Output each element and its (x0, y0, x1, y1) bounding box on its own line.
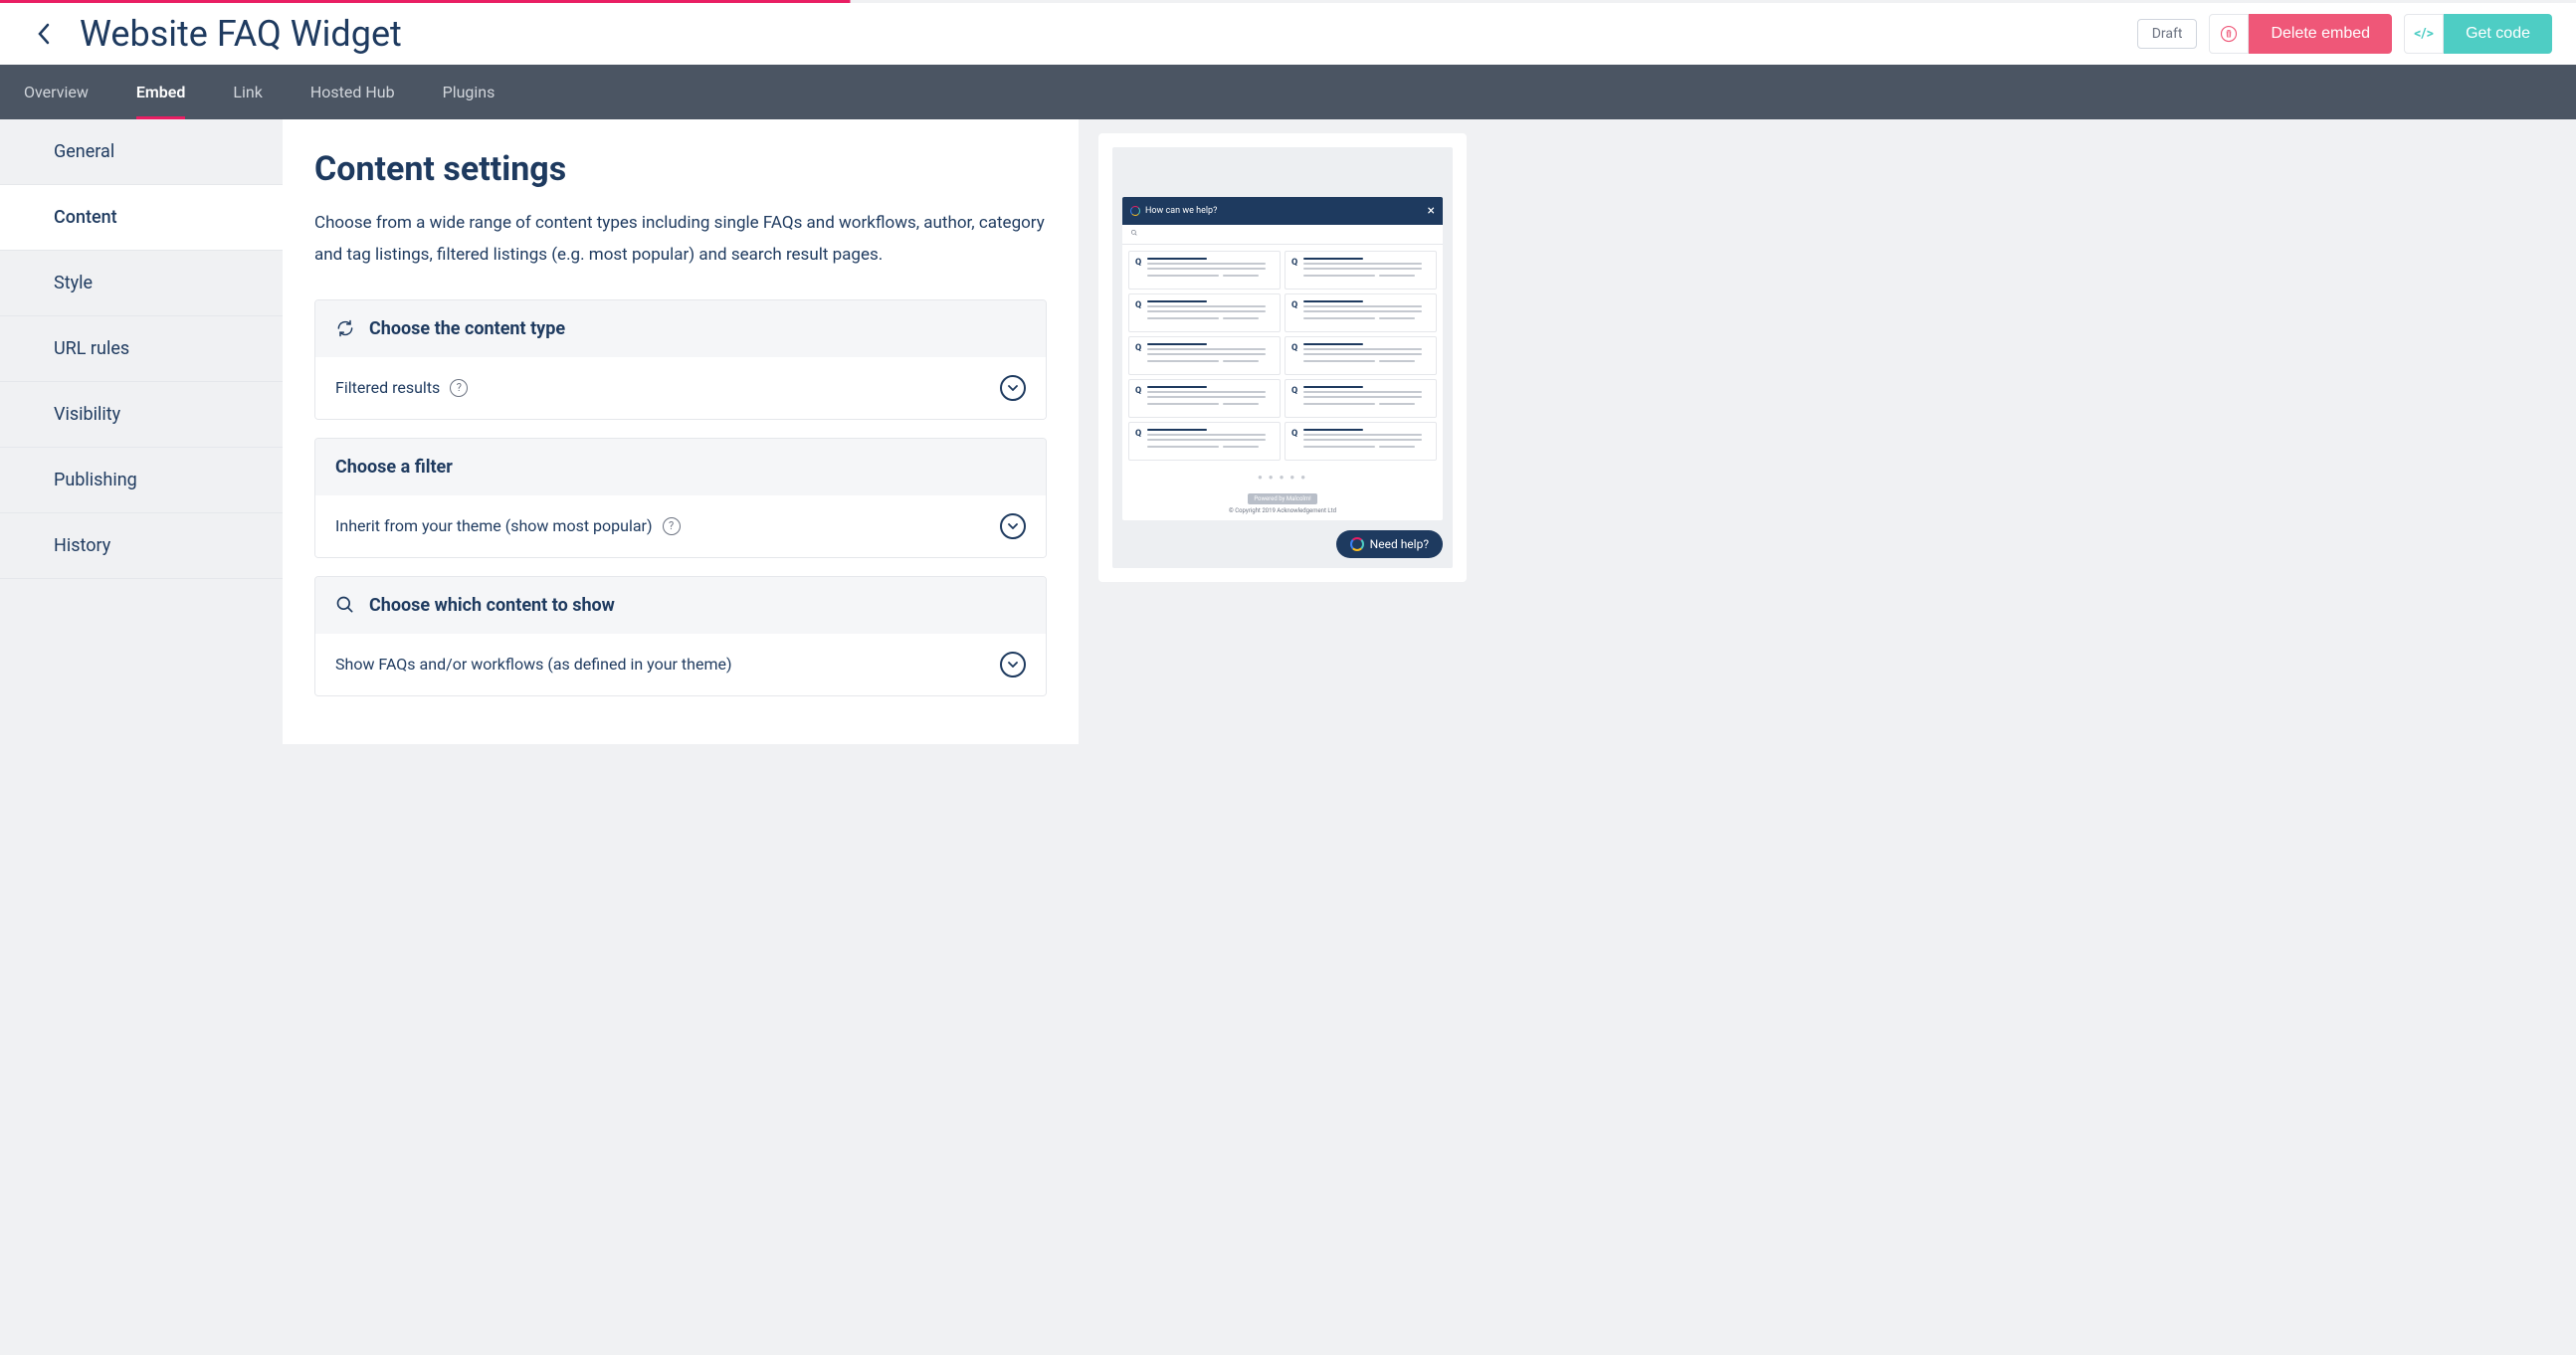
sidebar-visibility[interactable]: Visibility (0, 382, 283, 448)
panel-content-show: Choose which content to show Show FAQs a… (314, 576, 1047, 696)
header: Website FAQ Widget Draft Delete embed </… (0, 3, 2576, 65)
panel-value: Filtered results (335, 378, 440, 397)
close-icon: × (1428, 203, 1435, 219)
preview-panel: How can we help? × Q Q Q Q Q Q Q Q Q (1098, 133, 1467, 582)
content-description: Choose from a wide range of content type… (314, 207, 1047, 272)
trash-icon (2220, 25, 2238, 43)
preview-canvas: How can we help? × Q Q Q Q Q Q Q Q Q (1112, 147, 1453, 568)
main-content: Content settings Choose from a wide rang… (283, 119, 1079, 744)
sidebar-style[interactable]: Style (0, 251, 283, 316)
preview-widget-header: How can we help? × (1122, 197, 1443, 225)
panel-select[interactable]: Filtered results ? (315, 357, 1046, 419)
getcode-group: </> Get code (2404, 14, 2552, 54)
nav-embed[interactable]: Embed (112, 65, 210, 119)
panel-title: Choose the content type (369, 318, 565, 339)
back-button[interactable] (24, 14, 64, 54)
preview-card: Q (1128, 422, 1281, 461)
preview-card: Q (1285, 251, 1437, 290)
nav-plugins[interactable]: Plugins (419, 65, 519, 119)
preview-card: Q (1128, 251, 1281, 290)
code-icon-button[interactable]: </> (2404, 14, 2444, 54)
panel-header: Choose a filter (315, 439, 1046, 495)
preview-title: How can we help? (1145, 206, 1217, 216)
chevron-down-icon (1000, 375, 1026, 401)
preview-widget: How can we help? × Q Q Q Q Q Q Q Q Q (1122, 197, 1443, 520)
logo-icon (1350, 537, 1364, 551)
panel-filter: Choose a filter Inherit from your theme … (314, 438, 1047, 558)
preview-card: Q (1285, 293, 1437, 332)
code-icon: </> (2414, 26, 2434, 42)
panel-value: Inherit from your theme (show most popul… (335, 516, 653, 535)
panel-header: Choose which content to show (315, 577, 1046, 634)
chevron-down-icon (1000, 513, 1026, 539)
preview-card: Q (1285, 379, 1437, 418)
body: General Content Style URL rules Visibili… (0, 119, 2576, 744)
panel-value: Show FAQs and/or workflows (as defined i… (335, 655, 732, 674)
delete-icon-button[interactable] (2209, 14, 2249, 54)
delete-button[interactable]: Delete embed (2249, 14, 2392, 54)
preview-footer: Powered by Malcolm! © Copyright 2019 Ack… (1122, 487, 1443, 520)
panel-title: Choose which content to show (369, 595, 615, 616)
nav-overview[interactable]: Overview (24, 65, 112, 119)
need-help-button[interactable]: Need help? (1336, 530, 1443, 558)
search-icon (335, 595, 355, 615)
preview-card: Q (1128, 336, 1281, 375)
preview-card: Q (1128, 379, 1281, 418)
nav-hosted-hub[interactable]: Hosted Hub (287, 65, 419, 119)
preview-card: Q (1285, 336, 1437, 375)
main-nav: Overview Embed Link Hosted Hub Plugins (0, 65, 2576, 119)
content-heading: Content settings (314, 149, 1047, 189)
logo-icon (1130, 206, 1140, 216)
nav-link[interactable]: Link (209, 65, 286, 119)
help-icon[interactable]: ? (663, 517, 681, 535)
preview-card: Q (1128, 293, 1281, 332)
draft-badge: Draft (2137, 19, 2198, 49)
sidebar-content[interactable]: Content (0, 185, 283, 251)
preview-grid: Q Q Q Q Q Q Q Q Q Q (1122, 245, 1443, 467)
panel-header: Choose the content type (315, 300, 1046, 357)
delete-group: Delete embed (2209, 14, 2392, 54)
sidebar-url-rules[interactable]: URL rules (0, 316, 283, 382)
back-icon (37, 23, 51, 45)
panel-select[interactable]: Inherit from your theme (show most popul… (315, 495, 1046, 557)
sidebar-history[interactable]: History (0, 513, 283, 579)
preview-search (1122, 225, 1443, 245)
header-actions: Draft Delete embed </> Get code (2137, 14, 2552, 54)
sidebar-general[interactable]: General (0, 119, 283, 185)
help-icon[interactable]: ? (450, 379, 468, 397)
search-icon (1130, 229, 1138, 237)
pagination-dots: ● ● ● ● ● (1122, 467, 1443, 487)
panel-select[interactable]: Show FAQs and/or workflows (as defined i… (315, 634, 1046, 695)
refresh-icon (335, 318, 355, 338)
powered-by-badge: Powered by Malcolm! (1248, 493, 1316, 504)
panel-title: Choose a filter (335, 457, 453, 478)
page-title: Website FAQ Widget (80, 13, 2137, 55)
copyright-text: © Copyright 2019 Acknowledgement Ltd (1128, 507, 1437, 514)
panel-content-type: Choose the content type Filtered results… (314, 299, 1047, 420)
sidebar: General Content Style URL rules Visibili… (0, 119, 283, 744)
getcode-button[interactable]: Get code (2444, 14, 2552, 54)
sidebar-publishing[interactable]: Publishing (0, 448, 283, 513)
chevron-down-icon (1000, 652, 1026, 678)
preview-card: Q (1285, 422, 1437, 461)
